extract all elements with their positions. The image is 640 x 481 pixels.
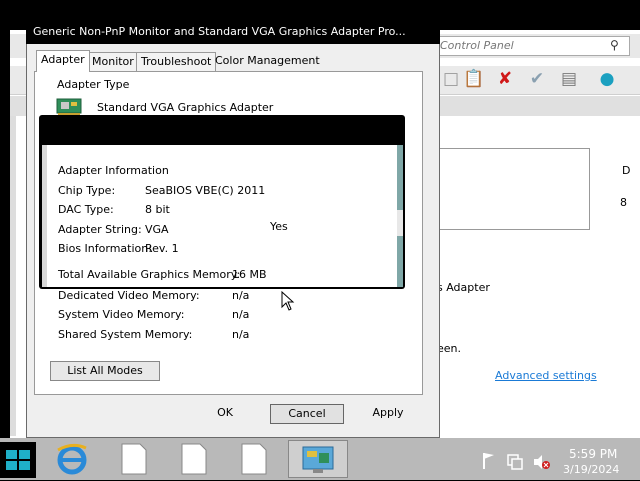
shared-memory-value: n/a	[232, 328, 250, 341]
mouse-cursor-icon	[281, 291, 295, 311]
internet-explorer-icon	[57, 443, 87, 475]
taskbar-internet-explorer[interactable]	[50, 440, 100, 478]
bios-info-value: Rev. 1	[145, 242, 179, 255]
action-center-flag-icon[interactable]	[483, 453, 494, 469]
dedicated-memory-label: Dedicated Video Memory:	[58, 289, 200, 302]
ok-button[interactable]: OK	[205, 404, 245, 424]
chip-type-label: Chip Type:	[58, 184, 116, 197]
chip-type-value: SeaBIOS VBE(C) 2011	[145, 184, 266, 197]
truncated-text: D	[622, 164, 631, 177]
tab-troubleshoot[interactable]: Troubleshoot	[136, 52, 217, 71]
tab-monitor[interactable]: Monitor	[87, 52, 139, 71]
document-icon[interactable]: □	[440, 68, 462, 90]
control-panel-icon	[302, 446, 334, 473]
total-memory-label: Total Available Graphics Memory:	[58, 268, 241, 281]
dac-type-label: DAC Type:	[58, 203, 114, 216]
dialog-title-bar[interactable]: Generic Non-PnP Monitor and Standard VGA…	[26, 20, 440, 44]
total-memory-value: 16 MB	[232, 268, 267, 281]
truncated-text: 8	[620, 196, 627, 209]
tab-color-management[interactable]: Color Management	[211, 52, 324, 70]
check-icon[interactable]: ✔	[526, 68, 548, 90]
windows-logo-icon	[6, 450, 30, 470]
start-button[interactable]	[0, 442, 36, 478]
taskbar-file-3[interactable]	[230, 440, 280, 478]
volume-muted-icon[interactable]	[534, 455, 550, 469]
cancel-button[interactable]: Cancel	[270, 404, 344, 424]
display-preview-box	[430, 148, 590, 230]
panel-left-edge	[42, 145, 47, 287]
dac-type-value: 8 bit	[145, 203, 170, 216]
adapter-text-fragment: s Adapter	[437, 281, 490, 294]
panel-scrollbar-thumb[interactable]	[397, 210, 403, 236]
help-icon[interactable]: ●	[596, 68, 618, 90]
list-all-modes-button[interactable]: List All Modes	[50, 361, 160, 381]
adapter-string-value: VGA	[145, 223, 169, 236]
network-icon[interactable]	[507, 454, 523, 470]
system-memory-value: n/a	[232, 308, 250, 321]
clock-date[interactable]: 3/19/2024	[563, 463, 619, 476]
screen-text-fragment: een.	[437, 342, 462, 355]
taskbar-file-1[interactable]	[110, 440, 160, 478]
adapter-info-heading: Adapter Information	[58, 164, 169, 177]
delete-icon[interactable]: ✘	[494, 68, 516, 90]
taskbar-file-2[interactable]	[170, 440, 220, 478]
system-memory-label: System Video Memory:	[58, 308, 185, 321]
control-panel-left-edge	[10, 116, 16, 436]
properties-icon[interactable]: ▤	[558, 68, 580, 90]
search-icon[interactable]: ⚲	[610, 38, 619, 52]
file-icon	[121, 443, 147, 475]
bios-info-label: Bios Information:	[58, 242, 152, 255]
advanced-settings-link[interactable]: Advanced settings	[495, 369, 597, 382]
yes-text: Yes	[270, 220, 288, 233]
taskbar-control-panel[interactable]	[288, 440, 348, 478]
dedicated-memory-value: n/a	[232, 289, 250, 302]
file-icon	[241, 443, 267, 475]
shared-memory-label: Shared System Memory:	[58, 328, 193, 341]
adapter-type-value: Standard VGA Graphics Adapter	[97, 101, 274, 114]
clipboard-icon[interactable]: 📋	[463, 68, 485, 90]
adapter-type-heading: Adapter Type	[57, 78, 130, 91]
file-icon	[181, 443, 207, 475]
adapter-string-label: Adapter String:	[58, 223, 142, 236]
control-panel-search-placeholder: Control Panel	[440, 39, 514, 52]
tab-adapter[interactable]: Adapter	[36, 50, 90, 72]
clock-time[interactable]: 5:59 PM	[569, 447, 617, 461]
apply-button[interactable]: Apply	[366, 404, 410, 424]
